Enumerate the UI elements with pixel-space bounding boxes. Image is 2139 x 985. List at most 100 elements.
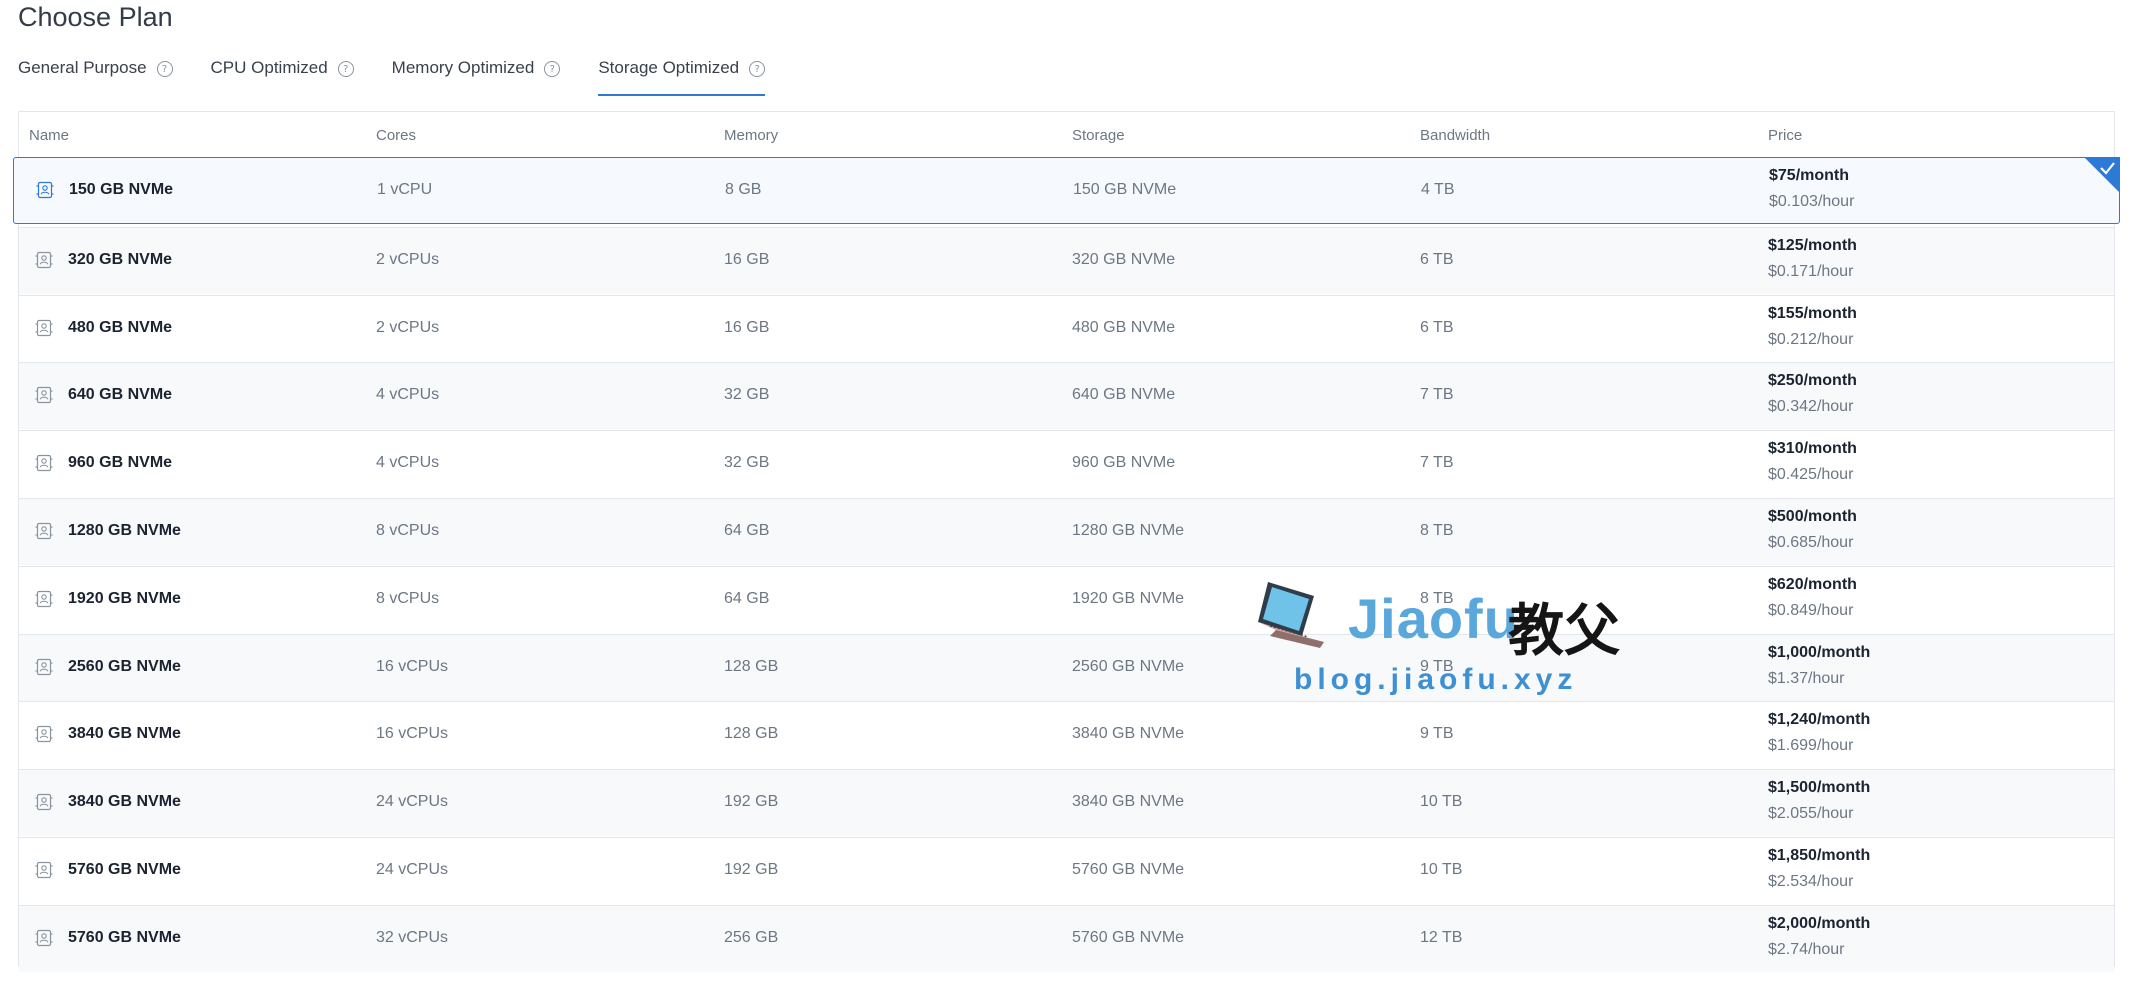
price-hourly: $0.685/hour — [1768, 534, 1854, 551]
price-hourly: $0.212/hour — [1768, 330, 1854, 348]
price-monthly: $620/month — [1768, 575, 1857, 593]
plan-cores: 2 vCPUs — [376, 250, 440, 268]
plan-cores: 16 vCPUs — [376, 657, 449, 675]
help-circle-icon[interactable]: ? — [749, 61, 766, 77]
server-icon — [35, 251, 53, 268]
column-header-cores: Cores — [376, 127, 417, 144]
price-hourly: $2.74/hour — [1768, 940, 1845, 958]
plan-bandwidth: 10 TB — [1420, 861, 1463, 878]
plan-storage: 640 GB NVMe — [1072, 386, 1176, 404]
server-icon — [35, 793, 53, 811]
server-icon — [35, 861, 53, 879]
column-header-name: Name — [29, 127, 70, 144]
server-icon — [35, 658, 53, 675]
plan-price: $125/month $0.171/hour — [1768, 237, 1857, 281]
price-monthly: $155/month — [1768, 304, 1857, 322]
plan-name: 960 GB NVMe — [68, 454, 173, 472]
plan-bandwidth: 6 TB — [1420, 250, 1454, 268]
plan-memory: 192 GB — [724, 861, 779, 878]
plan-name: 3840 GB NVMe — [68, 793, 181, 811]
help-circle-icon[interactable]: ? — [156, 61, 173, 77]
price-hourly: $2.055/hour — [1768, 805, 1854, 823]
table-row[interactable]: 640 GB NVMe 4 vCPUs 32 GB 640 GB NVMe 7 TB $2… — [19, 362, 2114, 430]
plan-price: $1,850/month $2.534/hour — [1768, 847, 1870, 891]
plan-name: 1920 GB NVMe — [68, 589, 181, 607]
tab-label: General Purpose — [18, 58, 147, 77]
plan-bandwidth: 9 TB — [1420, 725, 1454, 743]
plan-memory: 16 GB — [724, 250, 770, 268]
table-row[interactable]: 1920 GB NVMe 8 vCPUs 64 GB 1920 GB NVMe 8 TB… — [19, 565, 2114, 633]
plan-storage: 150 GB NVMe — [1073, 181, 1177, 198]
plan-price: $620/month $0.849/hour — [1768, 576, 1857, 620]
table-row[interactable]: 480 GB NVMe 2 vCPUs 16 GB 480 GB NVMe 6 TB $1… — [19, 294, 2114, 362]
plan-storage: 1920 GB NVMe — [1072, 589, 1185, 607]
price-hourly: $1.699/hour — [1768, 737, 1854, 755]
plan-price: $1,500/month $2.055/hour — [1768, 779, 1870, 823]
table-row[interactable]: 150 GB NVMe 1 vCPU 8 GB 150 GB NVMe 4 TB $75/… — [13, 157, 2120, 224]
column-header-storage: Storage — [1072, 127, 1125, 144]
price-monthly: $310/month — [1768, 440, 1857, 458]
plan-memory: 32 GB — [724, 454, 770, 472]
table-row[interactable]: 320 GB NVMe 2 vCPUs 16 GB 320 GB NVMe 6 TB $1… — [19, 226, 2114, 294]
tab-storage-optimized[interactable]: Storage Optimized ? — [598, 58, 766, 96]
plan-name: 3840 GB NVMe — [68, 725, 181, 743]
table-row[interactable]: 960 GB NVMe 4 vCPUs 32 GB 960 GB NVMe 7 TB $3… — [19, 430, 2114, 498]
table-row[interactable]: 3840 GB NVMe 16 vCPUs 128 GB 3840 GB NVMe 9 … — [19, 701, 2114, 769]
plan-storage: 320 GB NVMe — [1072, 250, 1176, 268]
table-row[interactable]: 1280 GB NVMe 8 vCPUs 64 GB 1280 GB NVMe 8 TB… — [19, 498, 2114, 565]
plan-name: 5760 GB NVMe — [68, 861, 181, 878]
plan-cores: 1 vCPU — [377, 181, 433, 198]
plan-bandwidth: 10 TB — [1420, 793, 1463, 811]
price-hourly: $2.534/hour — [1768, 873, 1854, 890]
tab-label: Storage Optimized — [598, 58, 740, 77]
plan-storage: 2560 GB NVMe — [1072, 657, 1185, 675]
price-hourly: $0.342/hour — [1768, 398, 1854, 416]
plan-name: 640 GB NVMe — [68, 386, 173, 404]
price-hourly: $0.849/hour — [1768, 601, 1854, 619]
plan-name: 2560 GB NVMe — [68, 657, 181, 675]
plan-cores: 8 vCPUs — [376, 589, 440, 607]
price-monthly: $75/month — [1769, 167, 1850, 184]
plan-cores: 4 vCPUs — [376, 386, 440, 404]
plan-memory: 256 GB — [724, 928, 779, 946]
server-icon — [35, 454, 53, 472]
help-circle-icon[interactable]: ? — [337, 61, 354, 77]
plan-name: 480 GB NVMe — [68, 318, 173, 336]
server-icon — [35, 319, 53, 336]
plan-storage: 960 GB NVMe — [1072, 454, 1176, 472]
plan-bandwidth: 4 TB — [1421, 181, 1455, 198]
column-header-price: Price — [1768, 127, 1803, 144]
server-icon — [35, 590, 53, 607]
tab-general-purpose[interactable]: General Purpose ? — [18, 58, 173, 96]
plan-bandwidth: 12 TB — [1420, 928, 1463, 946]
page-title: Choose Plan — [18, 2, 173, 32]
plan-cores: 8 vCPUs — [376, 522, 440, 539]
plan-memory: 192 GB — [724, 793, 779, 811]
plan-price: $1,240/month $1.699/hour — [1768, 711, 1870, 755]
price-hourly: $0.103/hour — [1769, 193, 1855, 210]
plan-name: 5760 GB NVMe — [68, 928, 181, 946]
plans-table: Name Cores Memory Storage Bandwidth Pric… — [13, 111, 2120, 972]
price-monthly: $2,000/month — [1768, 914, 1871, 932]
price-monthly: $1,240/month — [1768, 711, 1871, 729]
plan-bandwidth: 6 TB — [1420, 318, 1454, 336]
tab-memory-optimized[interactable]: Memory Optimized ? — [392, 58, 561, 96]
price-monthly: $500/month — [1768, 508, 1857, 525]
help-circle-icon[interactable]: ? — [544, 61, 561, 77]
plan-name: 320 GB NVMe — [68, 250, 173, 268]
plan-price: $75/month $0.103/hour — [1769, 167, 1854, 211]
table-row[interactable]: 5760 GB NVMe 32 vCPUs 256 GB 5760 GB NVMe 12… — [19, 904, 2114, 972]
plan-memory: 16 GB — [724, 318, 770, 336]
tab-label: CPU Optimized — [210, 58, 328, 77]
plan-cores: 32 vCPUs — [376, 928, 449, 946]
column-header-memory: Memory — [724, 127, 779, 144]
table-row[interactable]: 2560 GB NVMe 16 vCPUs 128 GB 2560 GB NVMe 9 … — [19, 633, 2114, 701]
table-row[interactable]: 5760 GB NVMe 24 vCPUs 192 GB 5760 GB NVMe 10… — [19, 837, 2114, 904]
plan-memory: 128 GB — [724, 725, 779, 743]
server-icon — [36, 181, 54, 199]
tab-cpu-optimized[interactable]: CPU Optimized ? — [211, 58, 354, 96]
price-hourly: $0.425/hour — [1768, 466, 1854, 484]
table-row[interactable]: 3840 GB NVMe 24 vCPUs 192 GB 3840 GB NVMe 10… — [19, 769, 2114, 837]
plan-price: $2,000/month $2.74/hour — [1768, 915, 1870, 959]
plan-bandwidth: 7 TB — [1420, 454, 1454, 472]
